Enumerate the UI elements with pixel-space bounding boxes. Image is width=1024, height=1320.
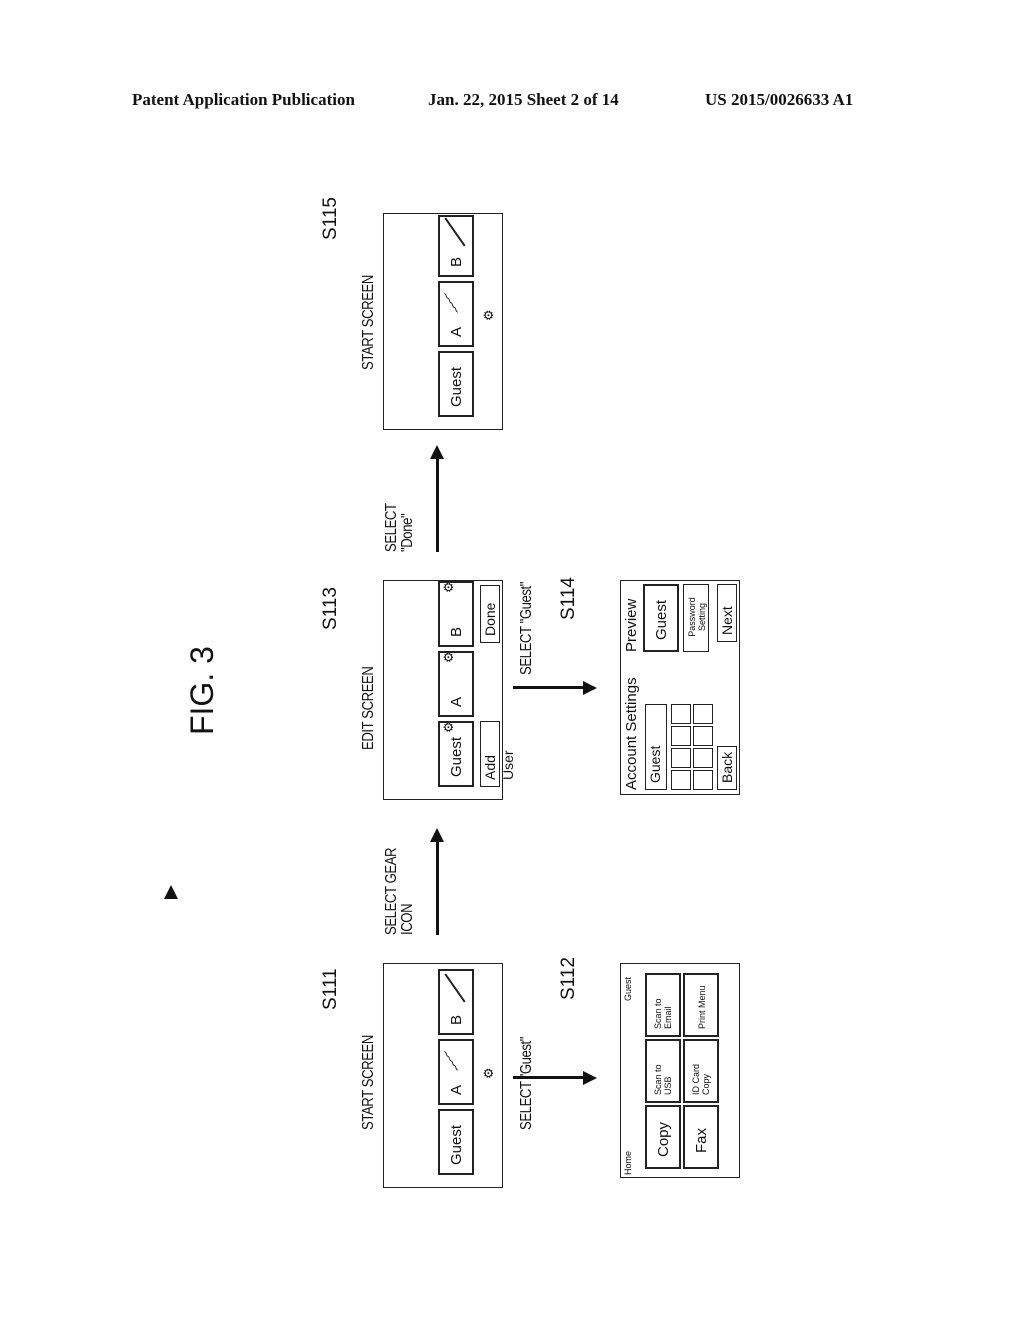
tile-b[interactable]: B [438, 969, 474, 1035]
tile-id-card-copy[interactable]: ID Card Copy [683, 1039, 719, 1103]
tile-label: Copy [655, 1121, 672, 1157]
back-button[interactable]: Back [717, 746, 737, 790]
header-publication: Patent Application Publication [132, 90, 355, 109]
home-screen-s112: Home Guest Copy Scan to USB Scan to Emai… [620, 963, 740, 1178]
tile-b[interactable]: B ⚙ [438, 581, 474, 647]
step-label-s113: S113 [320, 587, 341, 630]
add-user-button[interactable]: Add User [480, 721, 516, 787]
tile-guest[interactable]: Guest [438, 351, 474, 417]
header-date-sheet: Jan. 22, 2015 Sheet 2 of 14 [428, 90, 619, 109]
tile-label: B [448, 256, 465, 267]
gear-icon[interactable]: ⚙ [481, 309, 496, 321]
screen-caption-s111: START SCREEN [360, 1035, 377, 1130]
tile-label: A [448, 326, 465, 337]
home-label: Home [623, 1150, 633, 1175]
tile-a[interactable]: A ~~~~ [438, 281, 474, 347]
preview-label: Preview [623, 598, 640, 652]
arrow-s113-to-s115 [436, 457, 439, 552]
arrow-head [583, 681, 597, 695]
start-screen-s115: Guest A ~~~~ B ⚙ [383, 213, 503, 430]
transition-label-guest-2: SELECT "Guest" [518, 581, 535, 675]
tile-label: Scan to USB [653, 1064, 673, 1095]
key-cell[interactable] [693, 704, 713, 724]
tile-a[interactable]: A ~~~~ [438, 1039, 474, 1105]
arrow-s111-to-s113 [436, 840, 439, 935]
transition-label-done: SELECT "Done" [383, 503, 416, 552]
step-label-s114: S114 [558, 577, 579, 620]
tile-label: B [448, 626, 465, 637]
preview-tile-guest: Guest [643, 584, 679, 652]
password-setting-button[interactable]: Password Setting [683, 584, 709, 652]
tile-label: A [448, 696, 465, 707]
screen-caption-s115: START SCREEN [360, 275, 377, 370]
tile-scan-email[interactable]: Scan to Email [645, 973, 681, 1037]
key-cell[interactable] [671, 704, 691, 724]
figure-3-diagram: FIG. 3 S111 START SCREEN Guest A ~~~~ B ⚙… [170, 140, 770, 1240]
arrow-head [583, 1071, 597, 1085]
tile-print-menu[interactable]: Print Menu [683, 973, 719, 1037]
step-label-s115: S115 [320, 197, 341, 240]
tile-label: Print Menu [697, 985, 707, 1029]
key-cell[interactable] [693, 748, 713, 768]
tile-label: Scan to Email [653, 998, 673, 1029]
start-screen-s111: Guest A ~~~~ B ⚙ [383, 963, 503, 1188]
tile-label: Guest [448, 736, 465, 777]
transition-label-guest-1: SELECT "Guest" [518, 1036, 535, 1130]
hatch-icon [444, 973, 466, 1003]
screen-caption-s113: EDIT SCREEN [360, 666, 377, 750]
tile-label: Guest [653, 599, 670, 640]
name-field[interactable]: Guest [645, 704, 667, 790]
tile-guest[interactable]: Guest [438, 1109, 474, 1175]
wavy-pattern-icon: ~~~~ [438, 1048, 465, 1076]
tile-label: Fax [693, 1127, 710, 1153]
next-button[interactable]: Next [717, 584, 737, 642]
button-label: Password Setting [687, 597, 707, 637]
tile-label: B [448, 1014, 465, 1025]
gear-icon[interactable]: ⚙ [441, 721, 456, 733]
tile-label: ID Card Copy [691, 1063, 711, 1095]
figure-title: FIG. 3 [184, 646, 220, 735]
gear-icon[interactable]: ⚙ [441, 581, 456, 593]
step-label-s112: S112 [558, 957, 579, 1000]
account-settings-screen-s114: Account Settings Preview Guest Back Gues… [620, 580, 740, 795]
done-button[interactable]: Done [480, 585, 500, 643]
tile-b[interactable]: B [438, 215, 474, 277]
tile-label: A [448, 1084, 465, 1095]
step-label-s111: S111 [320, 968, 341, 1010]
tile-a[interactable]: A ⚙ [438, 651, 474, 717]
tile-copy[interactable]: Copy [645, 1105, 681, 1169]
user-label: Guest [623, 976, 633, 1001]
tile-guest[interactable]: Guest ⚙ [438, 721, 474, 787]
wavy-pattern-icon: ~~~~ [438, 290, 465, 318]
key-cell[interactable] [671, 748, 691, 768]
edit-screen-s113: Guest ⚙ A ⚙ B ⚙ Add User Done [383, 580, 516, 800]
key-cell[interactable] [671, 770, 691, 790]
gear-icon[interactable]: ⚙ [441, 651, 456, 663]
tile-fax[interactable]: Fax [683, 1105, 719, 1169]
account-settings-title: Account Settings [623, 677, 640, 790]
arrow-s113-to-s114 [513, 686, 583, 689]
key-cell[interactable] [693, 770, 713, 790]
key-cell[interactable] [693, 726, 713, 746]
tile-scan-usb[interactable]: Scan to USB [645, 1039, 681, 1103]
gear-icon[interactable]: ⚙ [481, 1067, 496, 1079]
tile-label: Guest [448, 366, 465, 407]
key-cell[interactable] [671, 726, 691, 746]
header-patent-number: US 2015/0026633 A1 [705, 90, 854, 109]
tile-label: Guest [448, 1124, 465, 1165]
hatch-icon [444, 217, 466, 247]
transition-label-gear: SELECT GEAR ICON [383, 847, 416, 935]
